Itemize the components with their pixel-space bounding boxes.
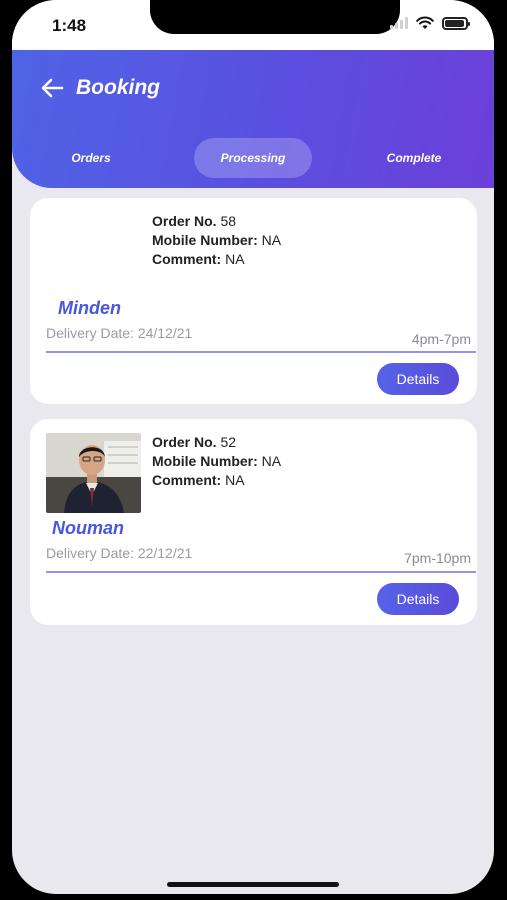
home-indicator[interactable] xyxy=(167,882,339,887)
comment-label: Comment: xyxy=(152,251,222,267)
booking-card: Order No. 58 Mobile Number: NA Comment: … xyxy=(30,198,477,404)
order-number-label: Order No. xyxy=(152,434,217,450)
wifi-icon xyxy=(416,16,434,29)
delivery-date-label: Delivery Date: xyxy=(46,325,134,341)
customer-name: Nouman xyxy=(52,518,124,538)
divider xyxy=(46,351,476,353)
status-icons xyxy=(390,16,470,30)
comment-label: Comment: xyxy=(152,472,222,488)
comment-value: NA xyxy=(225,251,245,267)
notch xyxy=(150,0,400,34)
page-title: Booking xyxy=(76,76,160,99)
mobile-row: Mobile Number: NA xyxy=(152,452,281,471)
order-number-row: Order No. 58 xyxy=(152,212,281,231)
divider xyxy=(46,571,476,573)
delivery-date-value: 22/12/21 xyxy=(137,545,193,561)
order-number-value: 52 xyxy=(220,434,237,450)
customer-name: Minden xyxy=(58,298,121,318)
mobile-label: Mobile Number: xyxy=(152,453,258,469)
delivery-date-value: 24/12/21 xyxy=(137,325,193,341)
customer-photo xyxy=(46,433,141,513)
header: Booking Orders Processing Complete xyxy=(12,50,494,188)
order-info: Order No. 58 Mobile Number: NA Comment: … xyxy=(152,212,281,269)
cellular-signal-icon xyxy=(390,17,408,29)
status-bar: 1:48 xyxy=(12,0,494,50)
delivery-date: Delivery Date: 24/12/21 xyxy=(46,325,192,341)
comment-value: NA xyxy=(225,472,245,488)
tab-orders[interactable]: Orders xyxy=(52,138,130,178)
battery-icon xyxy=(442,16,470,30)
mobile-value: NA xyxy=(261,232,282,248)
mobile-row: Mobile Number: NA xyxy=(152,231,281,250)
booking-card: Order No. 52 Mobile Number: NA Comment: … xyxy=(30,419,477,625)
tab-processing[interactable]: Processing xyxy=(194,138,312,178)
details-button[interactable]: Details xyxy=(377,583,459,615)
order-number-value: 58 xyxy=(220,213,237,229)
device-frame: 1:48 Booking Orders Processing Complete … xyxy=(0,0,507,900)
comment-row: Comment: NA xyxy=(152,471,281,490)
time-slot: 7pm-10pm xyxy=(404,550,471,566)
back-arrow-icon[interactable] xyxy=(40,78,64,98)
order-number-row: Order No. 52 xyxy=(152,433,281,452)
header-top: Booking xyxy=(40,76,160,100)
tab-complete[interactable]: Complete xyxy=(372,138,456,178)
time-slot: 4pm-7pm xyxy=(411,331,471,347)
delivery-date-label: Delivery Date: xyxy=(46,545,134,561)
order-info: Order No. 52 Mobile Number: NA Comment: … xyxy=(152,433,281,490)
status-time: 1:48 xyxy=(52,16,87,35)
delivery-date: Delivery Date: 22/12/21 xyxy=(46,545,192,561)
tab-bar: Orders Processing Complete xyxy=(12,138,494,178)
details-button[interactable]: Details xyxy=(377,363,459,395)
mobile-label: Mobile Number: xyxy=(152,232,258,248)
order-number-label: Order No. xyxy=(152,213,217,229)
comment-row: Comment: NA xyxy=(152,250,281,269)
app-screen: 1:48 Booking Orders Processing Complete … xyxy=(12,0,494,894)
mobile-value: NA xyxy=(261,453,282,469)
